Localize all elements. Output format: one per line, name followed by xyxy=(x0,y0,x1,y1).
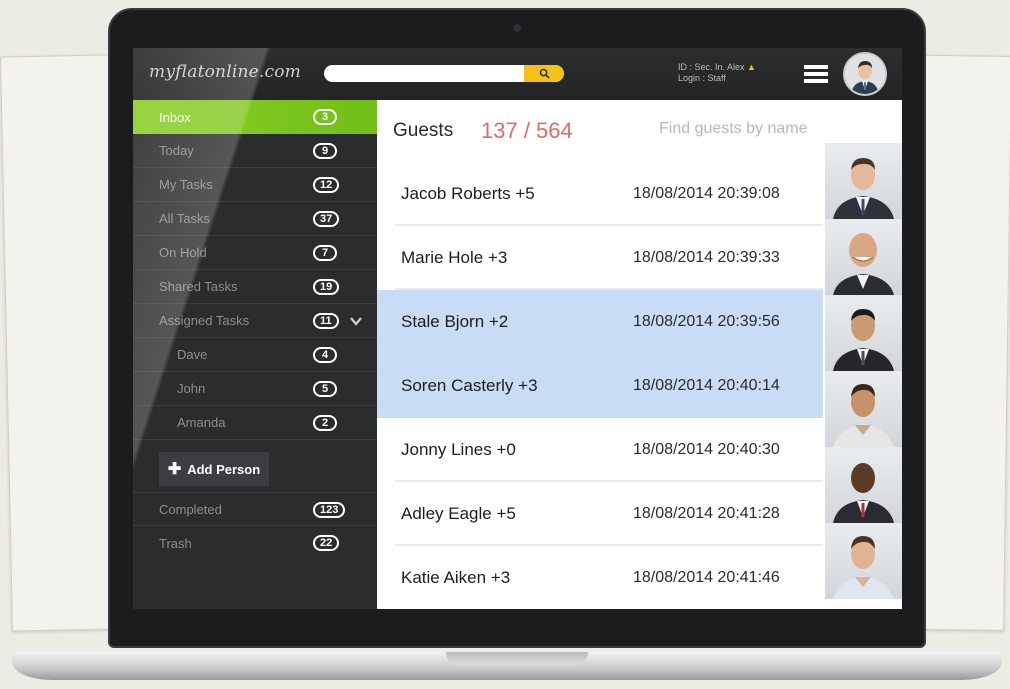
guest-row[interactable]: Adley Eagle +5 18/08/2014 20:41:28 xyxy=(377,482,823,546)
guest-name: Soren Casterly +3 xyxy=(401,376,538,395)
search-icon xyxy=(539,68,550,79)
guest-photo xyxy=(825,371,902,447)
sidebar-item-john[interactable]: John 5 xyxy=(133,372,377,406)
sidebar-item-trash[interactable]: Trash 22 xyxy=(133,526,377,560)
logo: myflatonline.com xyxy=(149,62,301,82)
guest-name: Stale Bjorn +2 xyxy=(401,312,509,331)
guest-row[interactable]: Katie Aiken +3 18/08/2014 20:41:46 xyxy=(377,546,823,609)
sidebar-item-today[interactable]: Today 9 xyxy=(133,134,377,168)
sidebar-item-inbox[interactable]: Inbox 3 xyxy=(133,100,377,134)
guest-photo xyxy=(825,219,902,295)
user-info: ID : Sec. In. Alex ▲ Login : Staff xyxy=(678,62,756,84)
count-badge: 3 xyxy=(313,109,337,125)
sidebar-item-label: Dave xyxy=(177,347,208,362)
sidebar-item-label: Completed xyxy=(159,501,222,517)
sidebar-item-label: Trash xyxy=(159,535,192,551)
user-id-line: ID : Sec. In. Alex ▲ xyxy=(678,62,756,73)
add-person-label: Add Person xyxy=(187,461,261,477)
count-badge: 2 xyxy=(313,415,337,431)
guest-row[interactable]: Soren Casterly +3 18/08/2014 20:40:14 xyxy=(377,354,823,418)
search-bar xyxy=(324,65,564,82)
sidebar-item-label: John xyxy=(177,381,206,396)
count-badge: 9 xyxy=(313,143,337,159)
plus-icon: ✚ xyxy=(167,461,182,478)
app-screen: myflatonline.com ID : Sec. In. Alex ▲ Lo… xyxy=(133,48,902,609)
count-badge: 37 xyxy=(313,211,340,227)
sidebar-item-dave[interactable]: Dave 4 xyxy=(133,338,377,372)
search-input[interactable] xyxy=(324,66,524,82)
guest-photo xyxy=(825,523,902,599)
sidebar: Inbox 3 Today 9 My Tasks 12 All Tasks 37… xyxy=(133,100,377,609)
sidebar-item-shared-tasks[interactable]: Shared Tasks 19 xyxy=(133,270,377,304)
chevron-down-icon[interactable] xyxy=(349,314,363,328)
sidebar-item-label: My Tasks xyxy=(159,177,213,192)
avatar[interactable] xyxy=(843,52,887,96)
sidebar-item-my-tasks[interactable]: My Tasks 12 xyxy=(133,168,377,202)
guest-count: 137 / 564 xyxy=(481,118,573,143)
search-button[interactable] xyxy=(524,65,564,82)
login-line: Login : Staff xyxy=(678,73,726,83)
guest-row[interactable]: Jonny Lines +0 18/08/2014 20:40:30 xyxy=(377,418,823,482)
count-badge: 12 xyxy=(313,177,340,193)
guest-row[interactable]: Marie Hole +3 18/08/2014 20:39:33 xyxy=(377,226,823,290)
guest-name: Adley Eagle +5 xyxy=(401,504,516,523)
count-badge: 7 xyxy=(313,245,337,261)
guest-time: 18/08/2014 20:39:56 xyxy=(633,313,780,330)
guest-time: 18/08/2014 20:40:30 xyxy=(633,441,780,458)
guest-time: 18/08/2014 20:41:28 xyxy=(633,505,780,522)
add-person-button[interactable]: ✚ Add Person xyxy=(159,452,269,486)
count-badge: 22 xyxy=(313,535,340,551)
guest-time: 18/08/2014 20:40:14 xyxy=(633,377,780,394)
guest-photo xyxy=(825,143,902,219)
user-badge-icon: ▲ xyxy=(747,62,756,72)
sidebar-item-label: Amanda xyxy=(177,415,226,430)
sidebar-item-label: All Tasks xyxy=(159,211,211,226)
guest-time: 18/08/2014 20:39:08 xyxy=(633,185,780,202)
sidebar-item-all-tasks[interactable]: All Tasks 37 xyxy=(133,202,377,236)
sidebar-item-label: Shared Tasks xyxy=(159,279,238,294)
page-title: Guests xyxy=(393,120,454,141)
sidebar-item-amanda[interactable]: Amanda 2 xyxy=(133,406,377,440)
menu-icon[interactable] xyxy=(804,65,828,83)
guest-photo xyxy=(825,447,902,523)
user-avatar-image xyxy=(845,54,885,94)
guest-row[interactable]: Jacob Roberts +5 18/08/2014 20:39:08 xyxy=(377,162,823,226)
top-bar: myflatonline.com ID : Sec. In. Alex ▲ Lo… xyxy=(133,48,902,100)
guest-time: 18/08/2014 20:39:33 xyxy=(633,249,780,266)
count-badge: 19 xyxy=(313,279,340,295)
guests-panel: Guests 137 / 564 Jacob Roberts +5 18/08/… xyxy=(377,100,902,609)
sidebar-item-label: Assigned Tasks xyxy=(159,313,250,328)
sidebar-item-completed[interactable]: Completed 123 xyxy=(133,492,377,526)
guest-row[interactable]: Stale Bjorn +2 18/08/2014 20:39:56 xyxy=(377,290,823,354)
sidebar-item-assigned-tasks[interactable]: Assigned Tasks 11 xyxy=(133,304,377,338)
guest-name: Jonny Lines +0 xyxy=(401,440,516,459)
guest-photo xyxy=(825,295,902,371)
camera-icon xyxy=(513,24,521,32)
count-badge: 11 xyxy=(313,313,339,329)
guest-time: 18/08/2014 20:41:46 xyxy=(633,569,780,586)
user-id-text: ID : Sec. In. Alex xyxy=(678,62,745,72)
laptop-notch xyxy=(446,652,588,665)
guest-name: Jacob Roberts +5 xyxy=(401,184,535,203)
find-guest-input[interactable] xyxy=(659,120,829,138)
sidebar-item-label: Inbox xyxy=(159,109,191,125)
sidebar-item-label: Today xyxy=(159,143,194,158)
count-badge: 123 xyxy=(313,502,346,518)
guest-name: Katie Aiken +3 xyxy=(401,568,511,587)
count-badge: 5 xyxy=(313,381,337,397)
sidebar-item-on-hold[interactable]: On Hold 7 xyxy=(133,236,377,270)
count-badge: 4 xyxy=(313,347,337,363)
guest-name: Marie Hole +3 xyxy=(401,248,508,267)
sidebar-item-label: On Hold xyxy=(159,245,207,260)
